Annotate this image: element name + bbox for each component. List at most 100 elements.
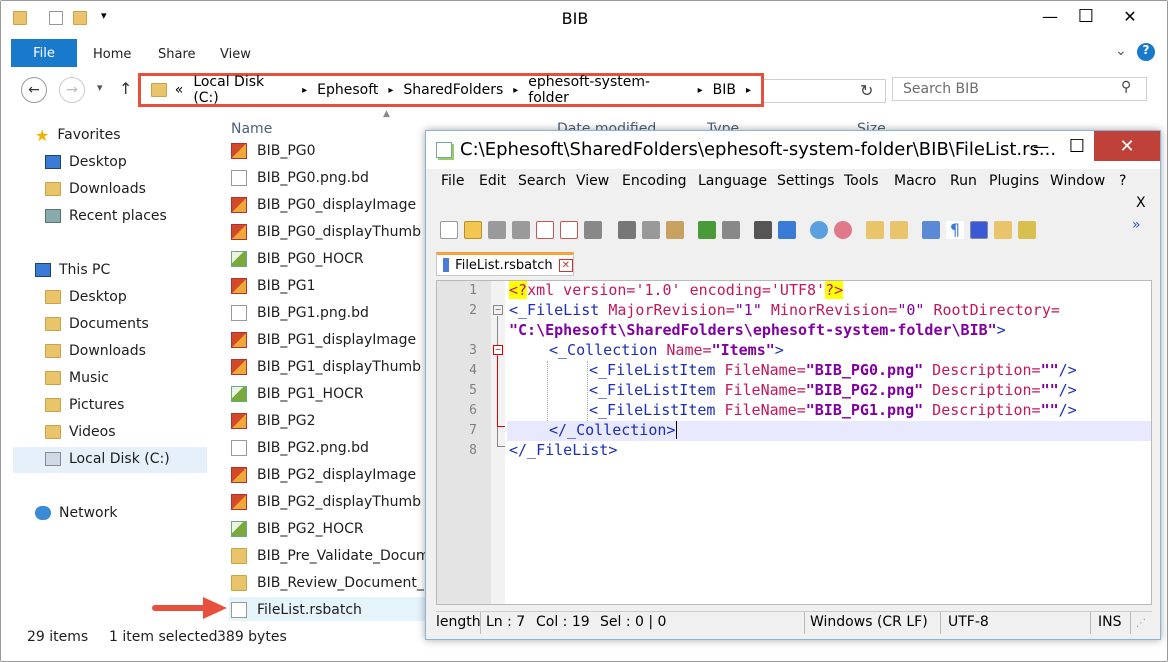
menu-window[interactable]: Window	[1050, 173, 1105, 189]
menu-edit[interactable]: Edit	[479, 173, 506, 189]
ribbon-expand-icon[interactable]: ⌄	[1115, 43, 1127, 59]
nav-this-pc[interactable]: This PC	[35, 259, 110, 281]
ribbon-tab-file[interactable]: File	[11, 39, 77, 67]
menu-language[interactable]: Language	[698, 173, 767, 189]
close-file-icon[interactable]	[536, 221, 554, 239]
function-list-icon[interactable]	[1018, 221, 1036, 239]
file-row[interactable]: BIB_PG1_displayThumb	[231, 355, 421, 379]
search-input[interactable]: Search BIB ⚲	[892, 77, 1147, 101]
help-icon[interactable]: ?	[1137, 43, 1155, 61]
file-row[interactable]: BIB_PG2_displayImage	[231, 463, 416, 487]
file-row[interactable]: BIB_PG1_HOCR	[231, 382, 364, 406]
back-button[interactable]: ←	[21, 77, 47, 103]
replace-icon[interactable]	[778, 221, 796, 239]
crumb-sep-icon[interactable]: ▸	[513, 85, 518, 96]
up-button[interactable]: ↑	[119, 79, 132, 98]
search-icon[interactable]: ⚲	[1121, 79, 1131, 95]
crumb-ephesoft[interactable]: Ephesoft	[317, 82, 378, 98]
file-row[interactable]: BIB_PG1_displayImage	[231, 328, 416, 352]
nav-videos[interactable]: Videos	[45, 421, 116, 443]
print-icon[interactable]	[584, 221, 602, 239]
doc-map-icon[interactable]	[994, 221, 1012, 239]
fold-toggle-icon[interactable]: −	[493, 305, 503, 315]
crumb-sep-icon[interactable]: ▸	[388, 85, 393, 96]
nav-recent-places[interactable]: Recent places	[45, 205, 167, 227]
column-name[interactable]: Name	[231, 121, 272, 137]
ribbon-tab-home[interactable]: Home	[93, 47, 131, 62]
file-row[interactable]: BIB_PG2_HOCR	[231, 517, 364, 541]
nav-desktop[interactable]: Desktop	[45, 151, 127, 173]
file-row[interactable]: BIB_PG0_displayImage	[231, 193, 416, 217]
menu-help[interactable]: ?	[1119, 173, 1126, 189]
nav-local-disk[interactable]: Local Disk (C:)	[45, 448, 170, 470]
new-file-icon[interactable]	[440, 221, 458, 239]
cut-icon[interactable]	[618, 221, 636, 239]
notepad-minimize-button[interactable]: —	[1024, 131, 1058, 161]
file-row[interactable]: BIB_Pre_Validate_Docume	[231, 544, 438, 568]
redo-icon[interactable]	[722, 221, 740, 239]
fold-toggle-icon[interactable]: −	[493, 345, 503, 355]
file-row[interactable]: BIB_PG0_displayThumb	[231, 220, 421, 244]
file-row[interactable]: FileList.rsbatch	[231, 598, 362, 622]
address-bar-extension[interactable]: ↻	[764, 79, 886, 103]
menu-file[interactable]: File	[441, 173, 464, 189]
open-file-icon[interactable]	[464, 221, 482, 239]
menu-tools[interactable]: Tools	[844, 173, 879, 189]
forward-button[interactable]: →	[59, 77, 85, 103]
file-row[interactable]: BIB_PG1	[231, 274, 316, 298]
nav-network[interactable]: Network	[35, 502, 117, 524]
indent-guide-icon[interactable]	[970, 221, 988, 239]
crumb-sep-icon[interactable]: ▸	[746, 85, 751, 96]
crumb-sharedfolders[interactable]: SharedFolders	[403, 82, 503, 98]
ribbon-tab-view[interactable]: View	[220, 47, 251, 62]
nav-downloads[interactable]: Downloads	[45, 178, 146, 200]
crumb-sep-icon[interactable]: ▸	[698, 85, 703, 96]
paste-icon[interactable]	[666, 221, 684, 239]
file-row[interactable]: BIB_PG0_HOCR	[231, 247, 364, 271]
copy-icon[interactable]	[642, 221, 660, 239]
save-all-icon[interactable]	[512, 221, 530, 239]
ribbon-tab-share[interactable]: Share	[158, 47, 196, 62]
menu-search[interactable]: Search	[518, 173, 566, 189]
nav-pc-downloads[interactable]: Downloads	[45, 340, 146, 362]
nav-pictures[interactable]: Pictures	[45, 394, 124, 416]
resize-grip-icon[interactable]: ⋰	[1136, 618, 1146, 629]
refresh-icon[interactable]: ↻	[860, 81, 873, 100]
save-icon[interactable]	[488, 221, 506, 239]
file-row[interactable]: BIB_PG0	[231, 139, 316, 163]
file-row[interactable]: BIB_PG2	[231, 409, 316, 433]
file-row[interactable]: BIB_PG2_displayThumb	[231, 490, 421, 514]
crumb-bib[interactable]: BIB	[713, 82, 736, 98]
menu-run[interactable]: Run	[950, 173, 977, 189]
sync-horizontal-icon[interactable]	[890, 221, 908, 239]
minimize-button[interactable]: —	[1031, 3, 1069, 29]
menu-encoding[interactable]: Encoding	[622, 173, 687, 189]
word-wrap-icon[interactable]	[922, 221, 940, 239]
undo-icon[interactable]	[698, 221, 716, 239]
notepad-close-button[interactable]: ✕	[1094, 131, 1160, 161]
menu-plugins[interactable]: Plugins	[989, 173, 1039, 189]
menu-view[interactable]: View	[576, 173, 609, 189]
file-row[interactable]: BIB_Review_Document_Bo	[231, 571, 442, 595]
menu-macro[interactable]: Macro	[894, 173, 936, 189]
zoom-out-icon[interactable]	[834, 221, 852, 239]
file-row[interactable]: BIB_PG0.png.bd	[231, 166, 369, 190]
notepad-maximize-button[interactable]: ☐	[1060, 131, 1094, 161]
file-row[interactable]: BIB_PG2.png.bd	[231, 436, 369, 460]
address-bar[interactable]: « Local Disk (C:) ▸ Ephesoft ▸ SharedFol…	[138, 73, 764, 107]
maximize-button[interactable]: ☐	[1067, 3, 1105, 29]
toolbar-overflow-icon[interactable]: »	[1132, 217, 1141, 233]
recent-locations-icon[interactable]: ▾	[97, 81, 103, 94]
find-icon[interactable]	[754, 221, 772, 239]
nav-pc-desktop[interactable]: Desktop	[45, 286, 127, 308]
nav-music[interactable]: Music	[45, 367, 109, 389]
show-all-chars-icon[interactable]: ¶	[946, 221, 964, 239]
code-editor[interactable]: − − 1 2 3 4 5 6 7 8 <?xml version='1.0' encodin…	[436, 280, 1152, 605]
zoom-in-icon[interactable]	[810, 221, 828, 239]
close-button[interactable]: ✕	[1111, 3, 1149, 29]
menu-settings[interactable]: Settings	[777, 173, 834, 189]
sync-vertical-icon[interactable]	[866, 221, 884, 239]
crumb-local-disk[interactable]: Local Disk (C:)	[193, 74, 292, 106]
crumb-sep-icon[interactable]: ▸	[302, 85, 307, 96]
nav-documents[interactable]: Documents	[45, 313, 149, 335]
